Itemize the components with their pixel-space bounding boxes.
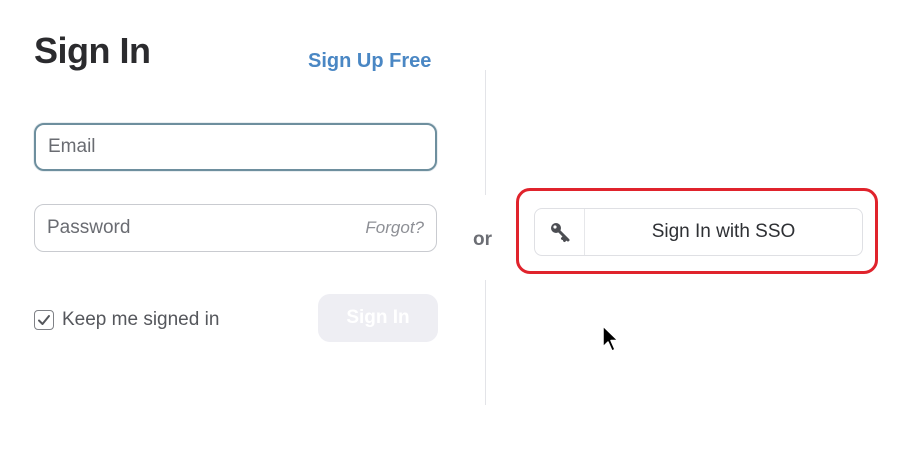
sign-in-with-sso-button[interactable]: Sign In with SSO xyxy=(534,208,863,256)
page-title: Sign In xyxy=(34,30,151,71)
email-field[interactable] xyxy=(34,123,437,171)
sign-in-button[interactable]: Sign In xyxy=(318,294,438,342)
or-separator: or xyxy=(473,229,492,250)
password-input[interactable] xyxy=(47,217,358,239)
password-field[interactable]: Forgot? xyxy=(34,204,437,252)
key-icon xyxy=(550,223,569,242)
sign-in-window: Sign In Sign Up Free Forgot? Keep me sig… xyxy=(0,0,900,466)
checkmark-icon xyxy=(38,315,50,325)
divider-line-top xyxy=(485,70,486,195)
keep-signed-in-label: Keep me signed in xyxy=(62,309,220,330)
mouse-pointer-icon xyxy=(602,325,619,352)
sso-icon-container xyxy=(535,209,585,255)
sso-button-label: Sign In with SSO xyxy=(651,221,796,242)
email-input[interactable] xyxy=(48,136,423,158)
checkbox-box[interactable] xyxy=(34,310,54,330)
divider-line-bottom xyxy=(485,280,486,405)
keep-signed-in-checkbox[interactable]: Keep me signed in xyxy=(34,309,219,331)
sign-up-free-link[interactable]: Sign Up Free xyxy=(308,50,431,73)
forgot-password-link[interactable]: Forgot? xyxy=(357,218,424,238)
